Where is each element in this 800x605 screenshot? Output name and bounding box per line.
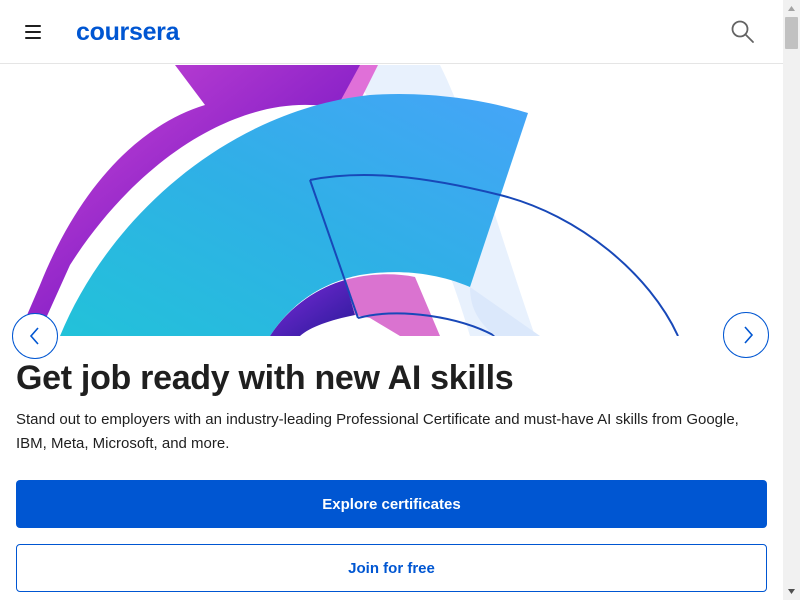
carousel-next-button[interactable] xyxy=(723,312,769,358)
scroll-down-button[interactable] xyxy=(783,583,800,600)
hamburger-line xyxy=(25,31,41,33)
carousel-previous-button[interactable] xyxy=(12,313,58,359)
page-viewport: coursera Get job ready with new AI skill… xyxy=(0,0,783,600)
abstract-arc-illustration xyxy=(18,65,679,336)
coursera-logo[interactable]: coursera xyxy=(76,17,180,47)
triangle-up-icon xyxy=(788,6,795,11)
hero-banner xyxy=(0,65,783,336)
triangle-down-icon xyxy=(788,589,795,594)
hamburger-menu-icon xyxy=(25,25,41,27)
search-button[interactable] xyxy=(730,19,756,45)
scrollbar-thumb[interactable] xyxy=(785,17,798,49)
chevron-left-icon xyxy=(29,327,39,345)
explore-certificates-button[interactable]: Explore certificates xyxy=(16,480,767,528)
hero-description: Stand out to employers with an industry-… xyxy=(16,411,739,452)
vertical-scrollbar[interactable] xyxy=(783,0,800,600)
hamburger-menu-button[interactable] xyxy=(22,20,46,44)
search-icon xyxy=(731,20,754,43)
hero-headline: Get job ready with new AI skills xyxy=(16,359,514,397)
hamburger-line xyxy=(25,37,41,39)
chevron-right-icon xyxy=(744,326,754,344)
top-header: coursera xyxy=(0,0,783,64)
scroll-up-button[interactable] xyxy=(783,0,800,17)
join-for-free-button[interactable]: Join for free xyxy=(16,544,767,592)
